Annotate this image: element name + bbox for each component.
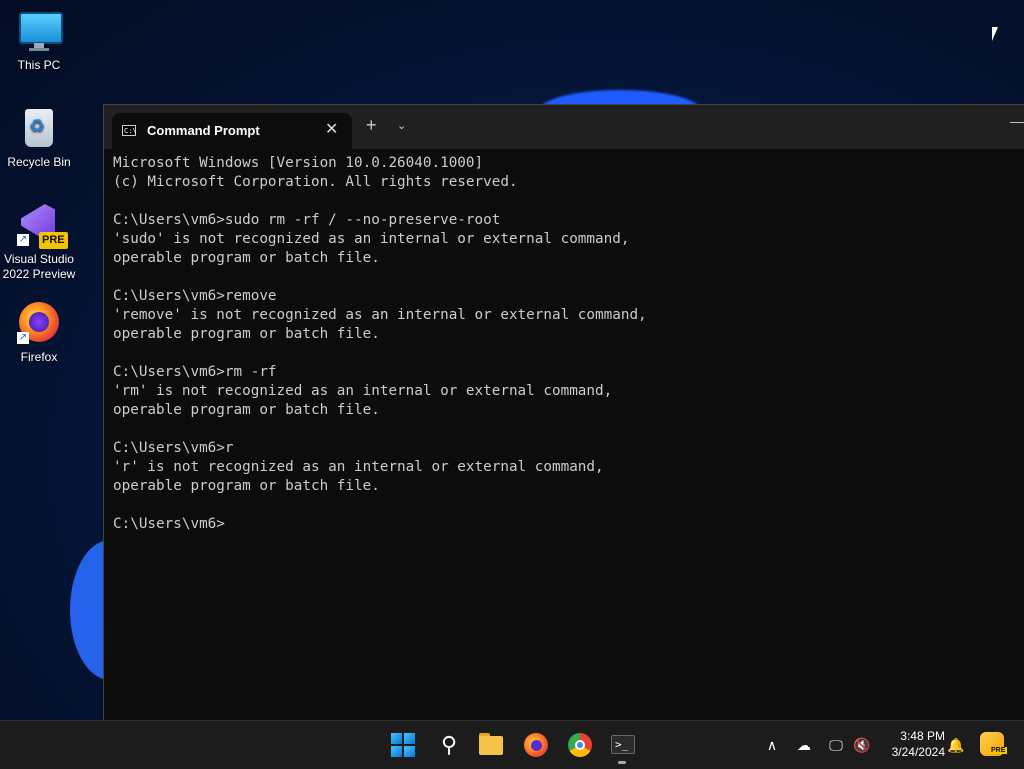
console-line: operable program or batch file. (113, 478, 380, 494)
console-line: C:\Users\vm6>sudo rm -rf / --no-preserve… (113, 212, 501, 228)
tab-command-prompt[interactable]: C:\ Command Prompt ✕ (112, 113, 352, 149)
terminal-window[interactable]: C:\ Command Prompt ✕ + ⌄ — Microsoft Win… (103, 104, 1024, 721)
file-explorer-icon[interactable] (478, 731, 506, 759)
console-output[interactable]: Microsoft Windows [Version 10.0.26040.10… (113, 154, 1024, 721)
console-line: (c) Microsoft Corporation. All rights re… (113, 174, 518, 190)
tab-title: Command Prompt (147, 123, 260, 138)
console-line: C:\Users\vm6>r (113, 440, 234, 456)
mouse-cursor-icon (992, 27, 1004, 41)
firefox-icon: ↗ (17, 302, 61, 346)
desktop-icon-label: This PC (17, 58, 61, 72)
clock[interactable]: 3:48 PM 3/24/2024 (875, 728, 945, 760)
console-line: operable program or batch file. (113, 402, 380, 418)
console-line: C:\Users\vm6>remove (113, 288, 277, 304)
onedrive-offline-icon[interactable]: ☁ (792, 731, 816, 759)
desktop-icon-firefox[interactable]: ↗ Firefox (0, 302, 78, 365)
desktop-icon-label: Firefox (20, 350, 58, 364)
new-tab-button[interactable]: + (366, 116, 377, 134)
chevron-down-icon[interactable]: ⌄ (397, 119, 406, 132)
chrome-icon[interactable] (566, 731, 594, 759)
console-line: 'sudo' is not recognized as an internal … (113, 231, 630, 247)
notification-bell-icon[interactable]: 🔔 (944, 731, 968, 759)
console-line: 'rm' is not recognized as an internal or… (113, 383, 613, 399)
start-button[interactable] (389, 731, 417, 759)
desktop-icon-label: Visual Studio 2022 Preview (2, 252, 76, 281)
network-icon[interactable]: 🖵 (824, 731, 848, 759)
clock-date: 3/24/2024 (891, 745, 945, 759)
console-line: C:\Users\vm6>rm -rf (113, 364, 277, 380)
visual-studio-icon: PRE ↗ (17, 204, 68, 249)
console-line: Microsoft Windows [Version 10.0.26040.10… (113, 155, 484, 171)
console-line: 'r' is not recognized as an internal or … (113, 459, 604, 475)
desktop-icon-this-pc[interactable]: This PC (0, 10, 78, 73)
pre-badge: PRE (39, 232, 68, 249)
terminal-taskbar-icon[interactable]: >_ (609, 731, 637, 759)
desktop-icon-recycle-bin[interactable]: ♻ Recycle Bin (0, 107, 78, 170)
recycle-bin-icon: ♻ (17, 107, 61, 151)
volume-muted-icon[interactable]: 🔇 (850, 731, 874, 759)
desktop-icon-visual-studio[interactable]: PRE ↗ Visual Studio 2022 Preview (0, 204, 78, 282)
command-prompt-icon: C:\ (122, 125, 137, 136)
taskbar: ⚲ >_ ∧ ☁ 🖵 🔇 3:48 PM 3/24/2024 🔔 PRE (0, 720, 1024, 769)
console-line: 'remove' is not recognized as an interna… (113, 307, 647, 323)
active-app-indicator (618, 761, 626, 764)
chevron-up-icon[interactable]: ∧ (760, 731, 784, 759)
console-line: C:\Users\vm6> (113, 516, 225, 532)
firefox-taskbar-icon[interactable] (522, 731, 550, 759)
monitor-icon (17, 10, 63, 54)
minimize-button[interactable]: — (1010, 113, 1024, 129)
console-line: operable program or batch file. (113, 250, 380, 266)
console-line: operable program or batch file. (113, 326, 380, 342)
shortcut-arrow-icon: ↗ (17, 234, 29, 246)
title-bar[interactable]: C:\ Command Prompt ✕ + ⌄ — (104, 105, 1024, 149)
clock-time: 3:48 PM (900, 729, 945, 743)
shortcut-arrow-icon: ↗ (17, 332, 29, 344)
search-icon[interactable]: ⚲ (435, 731, 463, 759)
copilot-pre-badge: PRE (989, 747, 1008, 754)
desktop-icon-label: Recycle Bin (7, 155, 71, 169)
tab-close-button[interactable]: ✕ (325, 119, 338, 139)
